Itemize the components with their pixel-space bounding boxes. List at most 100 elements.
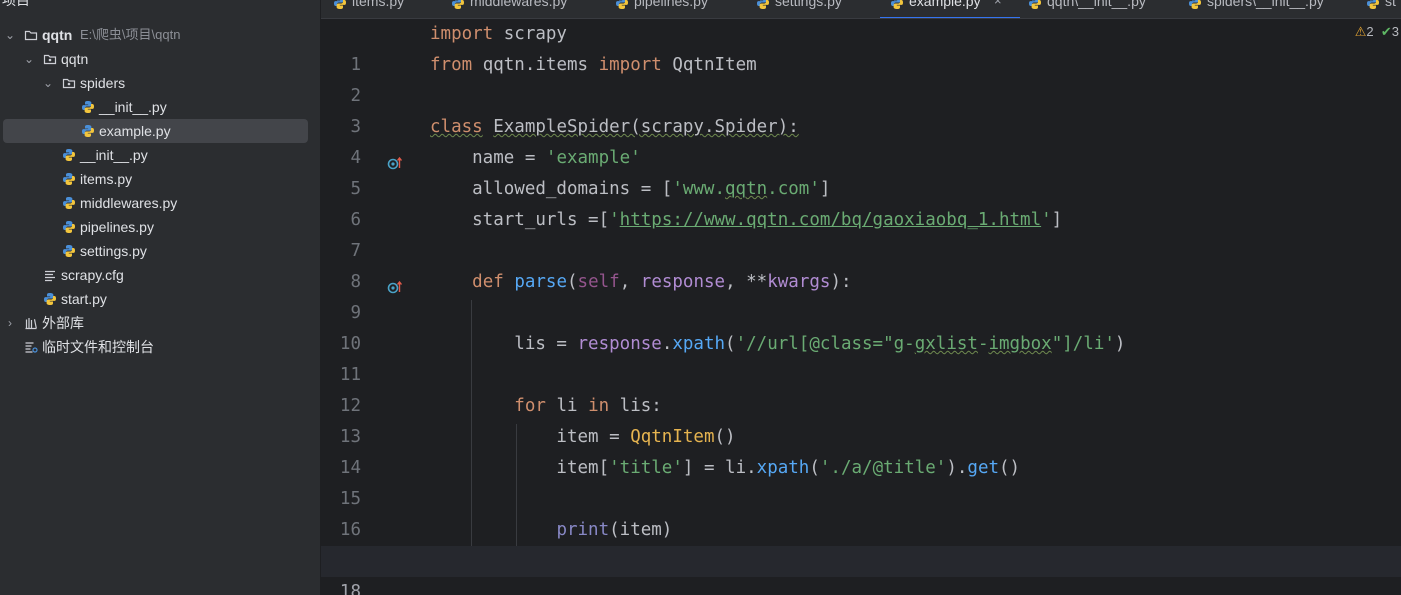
- code-text: class ExampleSpider(scrapy.Spider):: [430, 117, 799, 137]
- code-line[interactable]: 10: [321, 298, 1401, 354]
- python-file-icon: [43, 292, 57, 306]
- tab-example-py[interactable]: example.py ×: [880, 0, 1020, 18]
- code-line[interactable]: 5 name = 'example': [321, 143, 1401, 199]
- tree-item-file[interactable]: start.py: [0, 287, 320, 311]
- code-line[interactable]: 2 from qqtn.items import QqtnItem: [321, 50, 1401, 106]
- python-file-icon: [62, 244, 76, 258]
- code-text: for li in lis:: [514, 396, 662, 416]
- tab-label: st: [1385, 0, 1396, 9]
- package-folder-icon: [43, 52, 57, 66]
- python-file-icon: [62, 172, 76, 186]
- tree-item-label: example.py: [99, 123, 171, 139]
- package-folder-icon: [62, 76, 76, 90]
- chevron-right-icon[interactable]: ›: [4, 311, 16, 335]
- python-file-icon: [333, 0, 347, 10]
- tree-item-label: start.py: [61, 291, 107, 307]
- code-line[interactable]: 13 for li in lis:: [321, 391, 1401, 447]
- code-line[interactable]: 11 lis = response.xpath('//url[@class="g…: [321, 329, 1401, 385]
- config-file-icon: [43, 268, 57, 282]
- python-file-icon: [756, 0, 770, 10]
- code-line[interactable]: 4 class ExampleSpider(scrapy.Spider):: [321, 112, 1401, 168]
- code-line[interactable]: 17 print(item): [321, 515, 1401, 571]
- tree-item-project-root[interactable]: ⌄ qqtn E:\爬虫\项目\qqtn: [0, 23, 320, 47]
- tree-item-label: items.py: [80, 171, 133, 187]
- tree-item-label: __init__.py: [80, 147, 148, 163]
- code-line[interactable]: 6 allowed_domains = ['www.qqtn.com']: [321, 174, 1401, 230]
- tree-item-file[interactable]: settings.py: [0, 239, 320, 263]
- code-line[interactable]: 15 item['title'] = li.xpath('./a/@title'…: [321, 453, 1401, 509]
- code-text: item['title'] = li.xpath('./a/@title').g…: [430, 458, 1021, 478]
- override-icon[interactable]: [387, 151, 403, 170]
- code-editor[interactable]: ⚠2 ✔3 1 import scrapy 2 from qqtn.items …: [321, 19, 1401, 595]
- chevron-down-icon[interactable]: ⌄: [36, 0, 44, 3]
- tab-label: spiders\__init__.py: [1207, 0, 1324, 9]
- editor-tab-bar: items.py middlewares.py pipelines.py set…: [321, 0, 1401, 19]
- python-file-icon: [81, 100, 95, 114]
- chevron-down-icon[interactable]: ⌄: [4, 23, 16, 47]
- python-file-icon: [62, 148, 76, 162]
- tree-item-file-selected[interactable]: example.py: [0, 119, 320, 143]
- python-file-icon: [62, 196, 76, 210]
- tree-item-file[interactable]: items.py: [0, 167, 320, 191]
- code-line[interactable]: 8: [321, 236, 1401, 292]
- tab-label: settings.py: [775, 0, 842, 9]
- chevron-down-icon[interactable]: ⌄: [23, 47, 35, 71]
- tree-item-file[interactable]: pipelines.py: [0, 215, 320, 239]
- tab-label: qqtn\__init__.py: [1047, 0, 1146, 9]
- tab-label: example.py: [909, 0, 981, 9]
- code-text: from qqtn.items import QqtnItem: [430, 55, 757, 75]
- code-text: import scrapy: [430, 24, 567, 44]
- tab-label: items.py: [352, 0, 405, 9]
- code-line[interactable]: 1 import scrapy: [321, 19, 1401, 75]
- folder-icon: [24, 28, 38, 42]
- code-line[interactable]: 9 def parse(self, response, **kwargs):: [321, 267, 1401, 323]
- tree-item-label: spiders: [80, 75, 126, 91]
- library-icon: [24, 316, 38, 330]
- code-line-current[interactable]: 18: [321, 546, 1401, 595]
- tab-label: middlewares.py: [470, 0, 568, 9]
- python-file-icon: [1028, 0, 1042, 10]
- project-header[interactable]: 项目 ⌄: [0, 0, 320, 10]
- tree-item-label: qqtn: [61, 51, 89, 67]
- python-file-icon: [890, 0, 904, 10]
- tree-item-label: settings.py: [80, 243, 147, 259]
- line-number: 18: [339, 582, 361, 595]
- tree-item-file[interactable]: __init__.py: [0, 143, 320, 167]
- code-text: print(item): [556, 520, 673, 540]
- python-file-icon: [1366, 0, 1380, 10]
- project-title: 项目: [2, 0, 30, 8]
- python-file-icon: [451, 0, 465, 10]
- override-icon[interactable]: [387, 275, 403, 294]
- code-line[interactable]: 3: [321, 81, 1401, 137]
- code-text: name = 'example': [430, 148, 641, 168]
- python-file-icon: [615, 0, 629, 10]
- python-file-icon: [1188, 0, 1202, 10]
- tree-item-label: scrapy.cfg: [61, 267, 124, 283]
- tree-item-label: middlewares.py: [80, 195, 178, 211]
- tree-item-label: __init__.py: [99, 99, 167, 115]
- tree-item-package-spiders[interactable]: ⌄ spiders: [0, 71, 320, 95]
- tree-item-file[interactable]: middlewares.py: [0, 191, 320, 215]
- code-line[interactable]: 12: [321, 360, 1401, 416]
- code-line[interactable]: 16: [321, 484, 1401, 540]
- tree-item-file[interactable]: scrapy.cfg: [0, 263, 320, 287]
- code-text: item = QqtnItem(): [430, 427, 736, 447]
- project-tool-window: 项目 ⌄ ⌄ qqtn E:\爬虫\项目\qqtn ⌄ qqtn ⌄ spi: [0, 0, 321, 595]
- chevron-down-icon[interactable]: ⌄: [42, 71, 54, 95]
- tree-item-file[interactable]: __init__.py: [0, 95, 320, 119]
- code-line[interactable]: 14 item = QqtnItem(): [321, 422, 1401, 478]
- tree-item-package-qqtn[interactable]: ⌄ qqtn: [0, 47, 320, 71]
- tree-item-label: qqtn: [42, 27, 73, 43]
- tree-item-label: pipelines.py: [80, 219, 154, 235]
- code-line[interactable]: 7 start_urls =['https://www.qqtn.com/bq/…: [321, 205, 1401, 261]
- tab-label: pipelines.py: [634, 0, 708, 9]
- code-text: lis = response.xpath('//url[@class="g-gx…: [430, 334, 1126, 354]
- tree-item-label: 外部库: [42, 315, 84, 331]
- tree-item-label: 临时文件和控制台: [42, 339, 154, 355]
- close-icon[interactable]: ×: [994, 0, 1002, 10]
- tree-item-external-libraries[interactable]: › 外部库: [0, 311, 320, 335]
- python-file-icon: [62, 220, 76, 234]
- python-file-icon: [81, 124, 95, 138]
- scratches-icon: [24, 340, 38, 354]
- tree-item-scratches[interactable]: 临时文件和控制台: [0, 335, 320, 359]
